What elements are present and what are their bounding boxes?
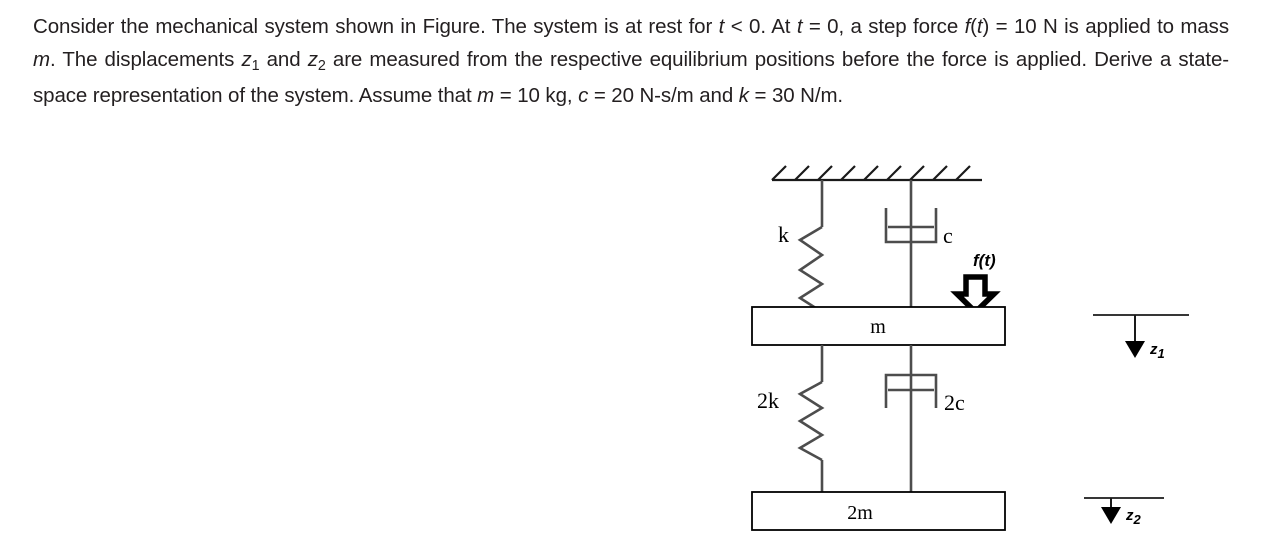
hatching-icon [771, 165, 971, 181]
math-subscript: 2 [317, 58, 326, 75]
arrow-head-down-icon [1101, 507, 1121, 524]
text-run: < 0. At [724, 15, 797, 38]
math-subscript: 1 [251, 58, 260, 75]
text-run: = 0, a step force [802, 15, 965, 38]
damper-2c [884, 345, 938, 492]
spring-2k [797, 345, 825, 492]
damper-c [884, 180, 938, 307]
math-variable: m [33, 48, 50, 71]
spring-k-label: k [778, 222, 789, 247]
text-run: = 30 N/m. [748, 84, 844, 107]
text-run: . The displacements [49, 48, 242, 71]
text-run: Consider the mechanical system shown in … [33, 15, 719, 38]
mass-2m-block: 2m [751, 491, 1006, 531]
math-variable: m [477, 84, 495, 107]
text-run: = 10 kg, [494, 84, 579, 107]
spring-2k-label: 2k [757, 388, 779, 413]
damper-2c-label: 2c [944, 390, 965, 415]
force-label: f(t) [973, 251, 996, 270]
displacement-z2-label: z2 [1125, 507, 1142, 527]
mechanical-system-figure: k c f(t) m 2k 2c 2m z1 z2 [0, 160, 1274, 550]
math-variable: c [578, 84, 589, 107]
spring-k [797, 180, 825, 314]
damper-c-label: c [943, 223, 953, 248]
mass-2m-label: 2m [847, 502, 873, 524]
displacement-z2: z2 [1084, 497, 1164, 527]
math-variable: z [241, 48, 252, 71]
arrow-head-down-icon [1125, 341, 1145, 358]
displacement-z1: z1 [1093, 314, 1189, 361]
mass-m-block: m [751, 306, 1006, 346]
mass-m-label: m [870, 316, 886, 338]
problem-statement: Consider the mechanical system shown in … [33, 10, 1229, 112]
force-arrow: f(t) [950, 251, 1001, 316]
text-run: and [259, 48, 308, 71]
math-variable: k [738, 84, 749, 107]
text-run: = 20 N-s/m and [588, 84, 739, 107]
displacement-z1-label: z1 [1149, 341, 1165, 361]
text-run: ( [970, 15, 977, 38]
fixed-support-ceiling [771, 165, 982, 182]
math-variable: z [307, 48, 318, 71]
text-run: ) = 10 N is applied to mass [982, 15, 1230, 38]
